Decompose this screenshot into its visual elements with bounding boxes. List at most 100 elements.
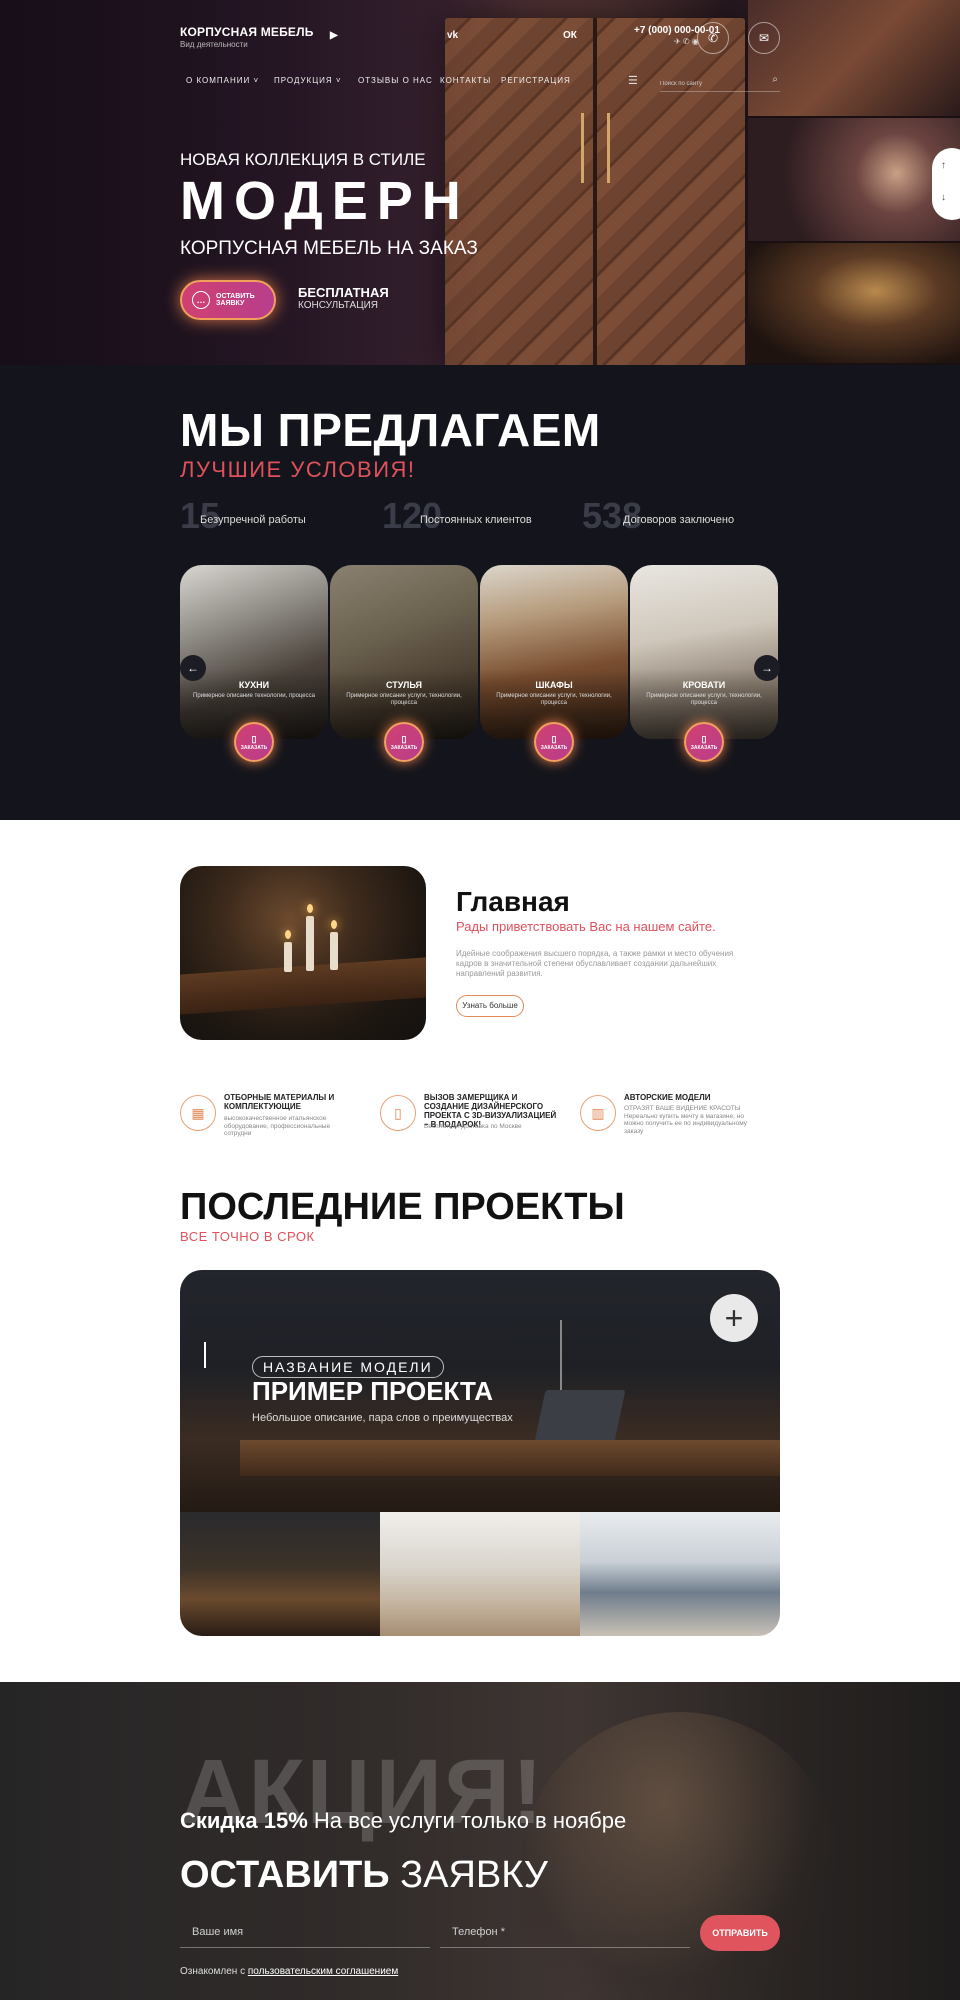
laptop-shape [534, 1390, 626, 1442]
order-label: ЗАКАЗАТЬ [240, 745, 268, 751]
card-title: ШКАФЫ [535, 680, 573, 690]
desk-shape [240, 1440, 780, 1476]
hero-cta-button[interactable]: … ОСТАВИТЬ ЗАЯВКУ [180, 280, 276, 320]
cabinet-handle [581, 113, 584, 183]
order-label: ЗАКАЗАТЬ [540, 745, 568, 751]
cta-label: ОСТАВИТЬ ЗАЯВКУ [216, 293, 255, 307]
stat-label: Постоянных клиентов [420, 514, 532, 526]
bookmark-icon: ▯ [701, 734, 707, 744]
search-icon[interactable]: ⌕ [772, 74, 778, 85]
project-name: ПРИМЕР ПРОЕКТА [252, 1376, 494, 1406]
wardrobe-icon: ▥ [580, 1095, 616, 1131]
hero-kicker: НОВАЯ КОЛЛЕКЦИЯ В СТИЛЕ [180, 150, 426, 169]
card-title: СТУЛЬЯ [386, 680, 422, 690]
brand-name[interactable]: КОРПУСНАЯ МЕБЕЛЬ [180, 25, 314, 39]
agreement-link[interactable]: пользовательским соглашением [248, 1966, 398, 1977]
phone-input[interactable] [440, 1918, 690, 1946]
card-beds[interactable]: КРОВАТИ Примерное описание услуги, техно… [630, 565, 778, 739]
card-desc: Примерное описание услуги, технологии, п… [646, 693, 762, 706]
arrow-left-icon: ← [187, 661, 199, 675]
nav-products-label: ПРОДУКЦИЯ [274, 76, 333, 85]
candle [330, 932, 338, 970]
side-image-cabinet [748, 0, 960, 118]
carousel-next-button[interactable]: → [754, 655, 780, 681]
hero-side-images [748, 0, 960, 365]
hero-subtitle: КОРПУСНАЯ МЕБЕЛЬ НА ЗАКАЗ [180, 238, 478, 259]
card-wardrobes[interactable]: ШКАФЫ Примерное описание услуги, техноло… [480, 565, 628, 739]
discount-rest: На все услуги только в ноябре [313, 1808, 627, 1833]
card-desc: Примерное описание технологии, процесса [193, 693, 315, 699]
project-main-image[interactable]: НАЗВАНИЕ МОДЕЛИ ПРИМЕР ПРОЕКТА Небольшое… [180, 1270, 780, 1512]
lamp-shape [560, 1320, 562, 1400]
table-shape [180, 957, 426, 1015]
promo-section: АКЦИЯ! Скидка 15% На все услуги только в… [0, 1682, 960, 2000]
nav-registration[interactable]: РЕГИСТРАЦИЯ [501, 76, 571, 85]
order-label: ЗАКАЗАТЬ [690, 745, 718, 751]
callback-phone-icon[interactable]: ✆ [697, 22, 729, 54]
project-thumb[interactable] [180, 1512, 380, 1636]
stat-label: Договоров заключено [623, 514, 735, 526]
offer-subtitle: ЛУЧШИЕ УСЛОВИЯ! [180, 457, 416, 482]
feature-title: АВТОРСКИЕ МОДЕЛИ [624, 1093, 711, 1102]
feature-text: высококачественное итальянское оборудова… [224, 1115, 331, 1137]
youtube-icon[interactable]: ▶ [330, 30, 338, 41]
form-title-bold: ОСТАВИТЬ [180, 1854, 390, 1896]
projects-title: ПОСЛЕДНИЕ ПРОЕКТЫ [180, 1186, 625, 1228]
cabinet-handle [607, 113, 610, 183]
agreement-text: Ознакомлен с пользовательским соглашение… [180, 1966, 398, 1977]
form-title: ОСТАВИТЬ ЗАЯВКУ [180, 1854, 548, 1897]
order-button[interactable]: ▯ ЗАКАЗАТЬ [384, 722, 424, 762]
nav-contacts[interactable]: КОНТАКТЫ [440, 76, 491, 85]
odnoklassniki-icon[interactable]: ОК [563, 30, 577, 41]
name-input[interactable] [180, 1918, 430, 1946]
card-kitchens[interactable]: КУХНИ Примерное описание технологии, про… [180, 565, 328, 739]
hero-section [0, 0, 960, 365]
search-box: ⌕ [660, 72, 780, 93]
flame [285, 930, 291, 939]
order-button[interactable]: ▯ ЗАКАЗАТЬ [534, 722, 574, 762]
cta-line-1: ОСТАВИТЬ [216, 293, 255, 300]
candle [284, 942, 292, 972]
vk-icon[interactable]: vk [447, 30, 458, 41]
carousel-prev-button[interactable]: ← [180, 655, 206, 681]
send-button[interactable]: ОТПРАВИТЬ [700, 1915, 780, 1951]
nav-reviews[interactable]: ОТЗЫВЫ О НАС [358, 76, 433, 85]
nav-about[interactable]: О КОМПАНИИ ˅ [186, 76, 259, 85]
slide-indicator [204, 1342, 206, 1368]
nav-products[interactable]: ПРОДУКЦИЯ ˅ [274, 76, 342, 85]
hero-title: МОДЕРН [180, 171, 470, 231]
messenger-icons[interactable]: ✈ ✆ ◉ [674, 37, 699, 46]
door-measure-icon: ▯ [380, 1095, 416, 1131]
learn-more-button[interactable]: Узнать больше [456, 995, 524, 1017]
chevron-down-icon: ˅ [335, 76, 342, 85]
project-thumb[interactable] [580, 1512, 780, 1636]
feature-text: ОТРАЗЯТ ВАШЕ ВИДЕНИЕ КРАСОТЫ Нереально к… [624, 1105, 748, 1135]
menu-burger-icon[interactable]: ☰ [628, 74, 638, 87]
bookmark-icon: ▯ [551, 734, 557, 744]
hero-cabinet-image [445, 18, 745, 365]
feature-title: ОТБОРНЫЕ МАТЕРИАЛЫ И КОМПЛЕКТУЮЩИЕ [224, 1093, 335, 1111]
side-image-lamp [748, 118, 960, 243]
promo-discount: Скидка 15% На все услуги только в ноябре [180, 1808, 626, 1834]
arrow-down-icon[interactable]: ↓ [941, 192, 946, 203]
order-button[interactable]: ▯ ЗАКАЗАТЬ [234, 722, 274, 762]
bookmark-icon: ▯ [251, 734, 257, 744]
mail-icon[interactable]: ✉ [748, 22, 780, 54]
craftsman-image [520, 1712, 840, 2000]
search-input[interactable] [660, 75, 755, 93]
consult-title: БЕСПЛАТНАЯ [298, 285, 389, 300]
welcome-title: Главная [456, 886, 570, 917]
project-thumb[interactable] [380, 1512, 580, 1636]
name-field [180, 1918, 430, 1948]
stat-label: Безупречной работы [200, 514, 306, 526]
plus-icon[interactable]: + [710, 1294, 758, 1342]
card-chairs[interactable]: СТУЛЬЯ Примерное описание услуги, технол… [330, 565, 478, 739]
side-image-table [748, 243, 960, 365]
scroll-control[interactable]: ↑ ↓ [932, 148, 960, 220]
arrow-up-icon[interactable]: ↑ [941, 160, 946, 171]
order-button[interactable]: ▯ ЗАКАЗАТЬ [684, 722, 724, 762]
cta-line-2: ЗАЯВКУ [216, 300, 245, 307]
project-desc: Небольшое описание, пара слов о преимуще… [252, 1412, 513, 1424]
welcome-subtitle: Рады приветствовать Вас на нашем сайте. [456, 919, 716, 934]
card-desc: Примерное описание услуги, технологии, п… [496, 693, 612, 706]
